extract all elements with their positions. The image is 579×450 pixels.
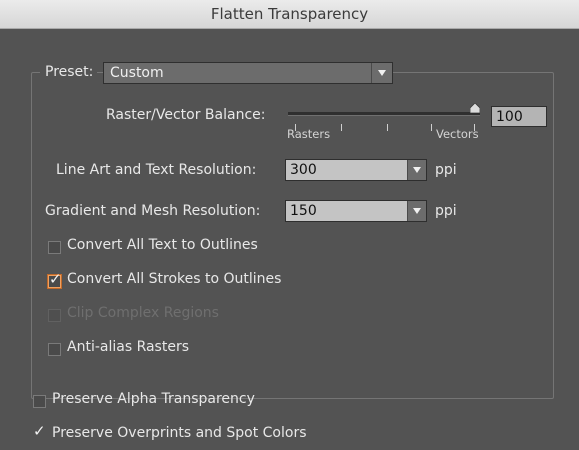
convert-strokes-label[interactable]: Convert All Strokes to Outlines [67, 271, 281, 287]
checkmark-icon: ✓ [49, 270, 62, 288]
clip-complex-checkbox [48, 309, 61, 322]
balance-slider-track[interactable] [288, 112, 480, 116]
anti-alias-checkbox[interactable] [48, 343, 61, 356]
preserve-alpha-label[interactable]: Preserve Alpha Transparency [52, 391, 255, 407]
preserve-overprints-label[interactable]: Preserve Overprints and Spot Colors [52, 425, 307, 441]
slider-tick [387, 124, 388, 131]
preset-dropdown-arrow[interactable] [371, 63, 392, 83]
line-art-unit: ppi [435, 162, 457, 178]
anti-alias-label[interactable]: Anti-alias Rasters [67, 339, 189, 355]
gradient-resolution-label: Gradient and Mesh Resolution: [45, 203, 261, 219]
gradient-unit: ppi [435, 203, 457, 219]
preset-label: Preset: [40, 64, 98, 80]
convert-text-checkbox[interactable] [48, 241, 61, 254]
rasters-label: Rasters [287, 127, 331, 141]
gradient-dropdown-arrow[interactable] [407, 201, 426, 221]
balance-value-field[interactable]: 100 [491, 106, 547, 127]
balance-value: 100 [496, 109, 523, 125]
chevron-down-icon [378, 70, 386, 76]
convert-text-label[interactable]: Convert All Text to Outlines [67, 237, 258, 253]
dialog-body: Preset: Custom Raster/Vector Balance: 10… [0, 29, 579, 450]
line-art-resolution-value: 300 [290, 162, 317, 178]
balance-slider-thumb[interactable] [470, 103, 480, 113]
preset-value: Custom [110, 65, 164, 81]
window-titlebar: Flatten Transparency [0, 0, 579, 29]
line-art-dropdown-arrow[interactable] [407, 160, 426, 180]
balance-label: Raster/Vector Balance: [106, 107, 266, 123]
preserve-alpha-checkbox[interactable] [33, 395, 46, 408]
slider-tick [341, 124, 342, 131]
chevron-down-icon [413, 167, 421, 173]
checkmark-icon: ✓ [33, 422, 46, 440]
line-art-resolution-combobox[interactable]: 300 [285, 159, 427, 181]
chevron-down-icon [413, 208, 421, 214]
line-art-resolution-label: Line Art and Text Resolution: [56, 162, 257, 178]
slider-tick [431, 124, 432, 131]
vectors-label: Vectors [436, 127, 479, 141]
gradient-resolution-value: 150 [290, 203, 317, 219]
convert-strokes-checkbox[interactable]: ✓ [48, 270, 62, 288]
clip-complex-label: Clip Complex Regions [67, 305, 219, 321]
preset-dropdown[interactable]: Custom [103, 62, 393, 84]
preserve-overprints-checkbox[interactable]: ✓ [33, 424, 46, 441]
window-title: Flatten Transparency [210, 5, 369, 23]
gradient-resolution-combobox[interactable]: 150 [285, 200, 427, 222]
